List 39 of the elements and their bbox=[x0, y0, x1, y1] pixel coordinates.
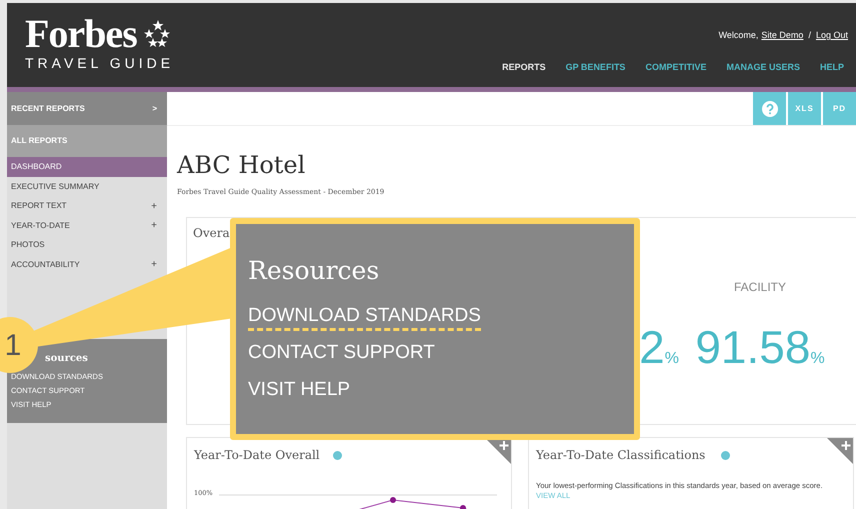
expand-text: + bbox=[151, 200, 157, 214]
user-link[interactable]: Site Demo bbox=[761, 29, 804, 42]
metric-value: 91.58% bbox=[695, 324, 825, 370]
separator-text: / bbox=[808, 29, 811, 42]
card-title: Overa bbox=[193, 224, 230, 242]
metric-label: FACILITY bbox=[734, 278, 786, 296]
info-icon bbox=[721, 450, 730, 460]
nav-link[interactable]: MANAGE USERS bbox=[726, 60, 800, 74]
sidebar-item[interactable]: ACCOUNTABILITY + bbox=[7, 255, 167, 274]
callout-heading: Resources bbox=[248, 256, 380, 286]
callout-link[interactable]: DOWNLOAD STANDARDS bbox=[248, 304, 481, 331]
callout-link[interactable]: VISIT HELP bbox=[248, 378, 350, 405]
expand-text: + bbox=[151, 219, 157, 234]
info-icon bbox=[333, 450, 342, 460]
logo-wordmark: Forbes bbox=[25, 15, 137, 53]
card-title: Year-To-Date Classifications bbox=[536, 446, 706, 464]
help-button[interactable] bbox=[753, 92, 786, 125]
expand-text: + bbox=[151, 258, 157, 272]
nav-link[interactable]: COMPETITIVE bbox=[645, 60, 706, 74]
callout-link[interactable]: CONTACT SUPPORT bbox=[248, 341, 435, 368]
welcome-text: Welcome, bbox=[718, 29, 758, 42]
sidebar-item[interactable]: REPORT TEXT + bbox=[7, 196, 167, 216]
logout-link[interactable]: Log Out bbox=[816, 29, 848, 42]
nav-link[interactable]: REPORTS bbox=[502, 60, 546, 74]
resources-heading: sources bbox=[44, 352, 89, 366]
sidebar-item[interactable]: DASHBOARD bbox=[7, 157, 167, 177]
help-icon bbox=[762, 100, 778, 116]
arrow-text: > bbox=[152, 102, 157, 114]
expand-corner-icon bbox=[827, 438, 853, 464]
sidebar-item[interactable]: PHOTOS bbox=[7, 236, 167, 255]
nav-link[interactable]: HELP bbox=[820, 60, 844, 74]
logo-tagline: TRAVEL GUIDE bbox=[25, 55, 174, 71]
sidebar-item[interactable]: YEAR-TO-DATE + bbox=[7, 216, 167, 236]
sidebar-item[interactable]: EXECUTIVE SUMMARY bbox=[7, 177, 167, 196]
nav-link[interactable]: GP BENEFITS bbox=[566, 60, 626, 74]
recent-reports-item[interactable]: RECENT REPORTS > bbox=[7, 92, 167, 125]
card-title: Year-To-Date Overall bbox=[194, 446, 320, 464]
page-title: ABC Hotel bbox=[177, 150, 306, 180]
metric-value: 2% bbox=[639, 324, 679, 370]
